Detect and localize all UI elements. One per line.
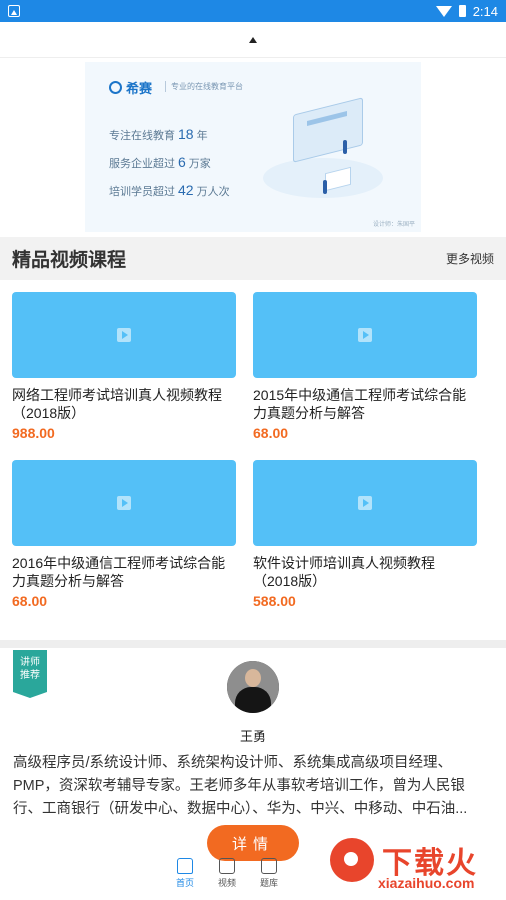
course-card[interactable]: 软件设计师培训真人视频教程（2018版） 588.00: [253, 460, 477, 609]
tab-video[interactable]: 视频: [212, 858, 242, 889]
banner-credit: 设计师：朱国平: [372, 222, 415, 228]
course-title: 网络工程师考试培训真人视频教程（2018版）: [12, 387, 222, 421]
banner-tagline: 专业的在线教育平台: [165, 81, 243, 92]
course-thumbnail[interactable]: [12, 292, 236, 378]
battery-icon: [458, 5, 466, 17]
course-title: 2015年中级通信工程师考试综合能力真题分析与解答: [253, 387, 467, 421]
section-title: 精品视频课程: [12, 250, 127, 271]
home-icon: [177, 858, 193, 874]
teacher-avatar[interactable]: [227, 661, 279, 713]
play-icon: [358, 496, 372, 510]
course-price: 68.00: [253, 425, 289, 441]
section-header: 精品视频课程 更多视频: [0, 237, 506, 280]
video-icon: [219, 858, 235, 874]
illustration-person: [343, 140, 347, 154]
course-price: 68.00: [12, 593, 48, 609]
status-right: 2:14: [435, 3, 498, 19]
status-bar: 2:14: [0, 0, 506, 22]
teacher-bio: 高级程序员/系统设计师、系统架构设计师、系统集成高级项目经理、PMP，资深软考辅…: [13, 755, 468, 817]
collapse-bar[interactable]: [0, 22, 506, 58]
course-thumbnail[interactable]: [253, 292, 477, 378]
course-price: 988.00: [12, 425, 55, 441]
course-card[interactable]: 2015年中级通信工程师考试综合能力真题分析与解答 68.00: [253, 292, 477, 441]
section-divider: [0, 640, 506, 648]
promo-banner[interactable]: 希赛 专业的在线教育平台 专注在线教育 18 年 服务企业超过 6 万家 培训学员超过 4…: [85, 62, 421, 232]
illustration-person: [323, 180, 327, 194]
banner-brand: 希赛: [109, 78, 152, 97]
play-icon: [358, 328, 372, 342]
detail-button[interactable]: 详情: [207, 825, 299, 861]
watermark-url: xiazaihuo.com: [378, 875, 475, 891]
course-thumbnail[interactable]: [253, 460, 477, 546]
course-card[interactable]: 2016年中级通信工程师考试综合能力真题分析与解答 68.00: [12, 460, 236, 609]
watermark-logo: 下载火 xiazaihuo.com: [308, 830, 504, 900]
course-thumbnail[interactable]: [12, 460, 236, 546]
course-title: 2016年中级通信工程师考试综合能力真题分析与解答: [12, 555, 226, 589]
more-videos-link[interactable]: 更多视频: [446, 250, 494, 267]
flame-icon: [330, 838, 374, 882]
play-icon: [117, 328, 131, 342]
teacher-recommend-badge: 讲师 推荐: [13, 650, 47, 698]
brand-logo-icon: [109, 81, 122, 94]
question-bank-icon: [261, 858, 277, 874]
banner-stat: 专注在线教育 18 年: [109, 126, 208, 142]
notification-icon: [8, 5, 20, 17]
play-icon: [117, 496, 131, 510]
tab-question-bank[interactable]: 题库: [254, 858, 284, 889]
tab-home[interactable]: 首页: [170, 858, 200, 889]
bottom-tab-bar: 首页 视频 题库: [170, 858, 284, 889]
status-time: 2:14: [472, 3, 498, 19]
course-card[interactable]: 网络工程师考试培训真人视频教程（2018版） 988.00: [12, 292, 236, 441]
wifi-icon: [435, 5, 452, 17]
course-title: 软件设计师培训真人视频教程（2018版）: [253, 555, 435, 589]
banner-stat: 服务企业超过 6 万家: [109, 154, 211, 170]
course-price: 588.00: [253, 593, 296, 609]
banner-stat: 培训学员超过 42 万人次: [109, 182, 230, 198]
illustration-screen: [293, 97, 363, 163]
caret-up-icon[interactable]: [249, 36, 257, 43]
teacher-name: 王勇: [239, 729, 266, 744]
